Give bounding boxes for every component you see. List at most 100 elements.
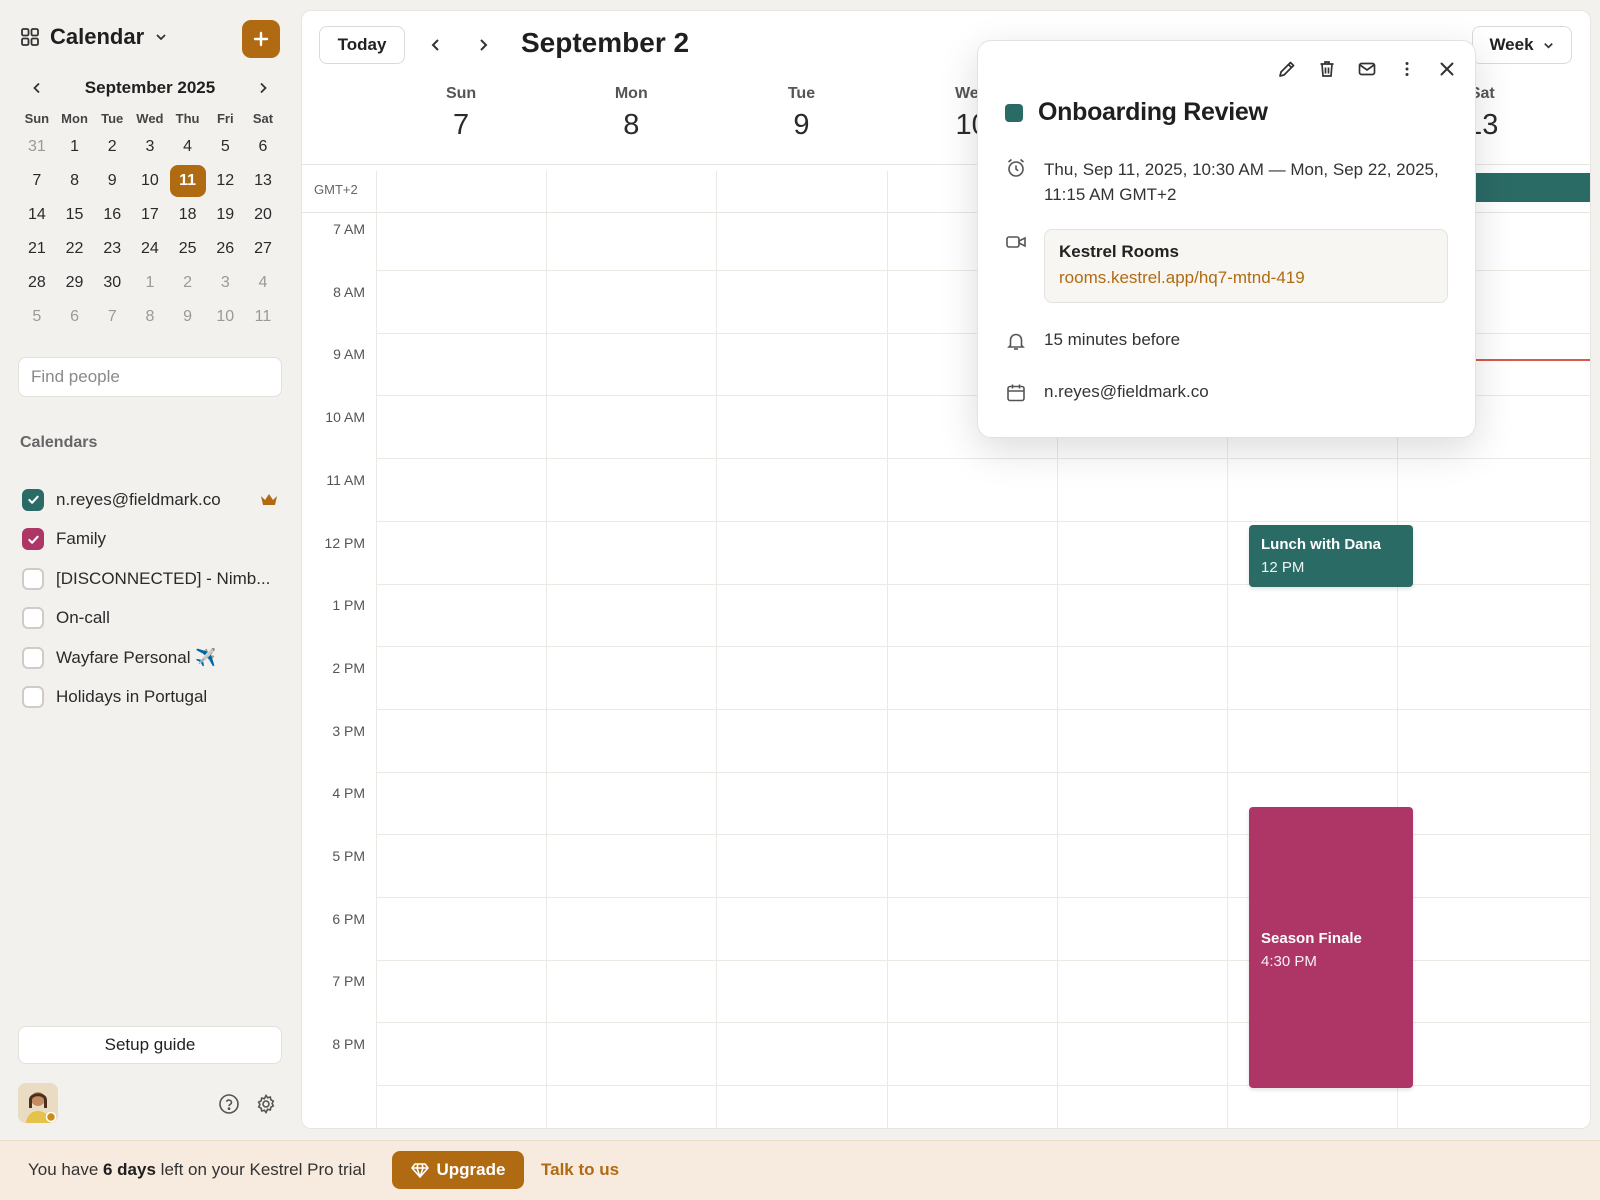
mini-day[interactable]: 3	[131, 130, 169, 164]
mini-day[interactable]: 19	[206, 198, 244, 232]
mini-day[interactable]: 28	[18, 266, 56, 300]
mini-day[interactable]: 1	[56, 130, 94, 164]
mini-day[interactable]: 12	[206, 164, 244, 198]
mini-day[interactable]: 21	[18, 232, 56, 266]
calendar-checkbox[interactable]	[22, 528, 44, 551]
mini-day[interactable]: 27	[244, 232, 282, 266]
mini-day[interactable]: 11	[244, 300, 282, 334]
calendar-checkbox[interactable]	[22, 686, 44, 709]
day-column-header[interactable]: Sun 7	[376, 85, 546, 142]
mini-day[interactable]: 2	[169, 266, 207, 300]
mini-day[interactable]: 18	[169, 198, 207, 232]
calendar-item[interactable]: Wayfare Personal ✈️	[22, 638, 282, 678]
mini-day[interactable]: 20	[244, 198, 282, 232]
previous-week-button[interactable]	[422, 31, 450, 59]
mini-day-today[interactable]: 11	[169, 164, 207, 198]
calendar-list: n.reyes@fieldmark.co Family [DISCONNECTED]…	[22, 480, 282, 717]
mini-day[interactable]: 3	[206, 266, 244, 300]
calendar-name: Holidays in Portugal	[56, 687, 208, 707]
today-button[interactable]: Today	[319, 26, 405, 64]
calendar-item[interactable]: n.reyes@fieldmark.co	[22, 480, 282, 520]
mini-day[interactable]: 24	[131, 232, 169, 266]
mini-day[interactable]: 2	[93, 130, 131, 164]
mini-day[interactable]: 9	[169, 300, 207, 334]
mini-day[interactable]: 5	[18, 300, 56, 334]
mini-day[interactable]: 8	[56, 164, 94, 198]
upgrade-button[interactable]: Upgrade	[392, 1151, 524, 1189]
mini-day[interactable]: 7	[18, 164, 56, 198]
close-icon[interactable]	[1435, 57, 1459, 81]
mini-day[interactable]: 14	[18, 198, 56, 232]
calendar-event[interactable]: Lunch with Dana 12 PM	[1249, 525, 1413, 587]
avatar[interactable]	[18, 1083, 58, 1123]
calendar-item[interactable]: Family	[22, 520, 282, 560]
mini-day[interactable]: 16	[93, 198, 131, 232]
edit-icon[interactable]	[1275, 57, 1299, 81]
mini-day[interactable]: 4	[244, 266, 282, 300]
mini-day[interactable]: 6	[244, 130, 282, 164]
calendar-name: Family	[56, 529, 107, 549]
calendar-item[interactable]: On-call	[22, 599, 282, 639]
mini-day[interactable]: 7	[93, 300, 131, 334]
talk-to-us-link[interactable]: Talk to us	[541, 1160, 619, 1180]
help-icon[interactable]	[218, 1093, 240, 1115]
create-event-button[interactable]	[242, 20, 280, 58]
find-people-input[interactable]	[18, 357, 282, 397]
mini-day[interactable]: 22	[56, 232, 94, 266]
mini-day[interactable]: 17	[131, 198, 169, 232]
trash-icon[interactable]	[1315, 57, 1339, 81]
mini-day[interactable]: 13	[244, 164, 282, 198]
mini-day[interactable]: 31	[18, 130, 56, 164]
mini-day[interactable]: 5	[206, 130, 244, 164]
mini-day[interactable]: 29	[56, 266, 94, 300]
mini-day[interactable]: 9	[93, 164, 131, 198]
mail-icon[interactable]	[1355, 57, 1379, 81]
calendar-icon	[1005, 382, 1027, 404]
hour-label: 1 PM	[332, 597, 365, 614]
day-number: 9	[793, 109, 810, 141]
calendar-checkbox[interactable]	[22, 567, 44, 590]
mini-day[interactable]: 8	[131, 300, 169, 334]
mini-day[interactable]: 10	[206, 300, 244, 334]
mini-day[interactable]: 26	[206, 232, 244, 266]
calendar-checkbox[interactable]	[22, 646, 44, 669]
calendar-item[interactable]: [DISCONNECTED] - Nimb...	[22, 559, 282, 599]
check-icon	[27, 535, 39, 544]
mini-day[interactable]: 30	[93, 266, 131, 300]
next-week-button[interactable]	[469, 31, 497, 59]
setup-guide-button[interactable]: Setup guide	[18, 1026, 282, 1064]
sidebar: Calendar September 2025 Sun Mon Tue Wed Thu F…	[0, 0, 298, 1140]
hour-gridline	[376, 646, 1590, 648]
calendar-event[interactable]: Season Finale 4:30 PM	[1249, 807, 1413, 1088]
event-reminder: 15 minutes before	[1044, 330, 1181, 349]
mini-calendar-grid: Sun Mon Tue Wed Thu Fri Sat 31 1 2 3 4 5 6 7 8 9 10 11 12 13…	[18, 108, 282, 334]
more-vertical-icon[interactable]	[1395, 57, 1419, 81]
mini-day[interactable]: 1	[131, 266, 169, 300]
event-popover: Onboarding Review Thu, Sep 11, 2025, 10:…	[977, 40, 1476, 438]
app-switcher[interactable]: Calendar	[20, 24, 168, 50]
gear-icon[interactable]	[255, 1093, 277, 1115]
day-column-header[interactable]: Mon 8	[546, 85, 716, 142]
day-of-week: Tue	[787, 85, 816, 102]
grid-icon	[20, 27, 40, 47]
hour-label: 11 AM	[326, 471, 365, 488]
mini-day[interactable]: 10	[131, 164, 169, 198]
mini-day[interactable]: 15	[56, 198, 94, 232]
bell-icon	[1005, 330, 1027, 352]
conference-link[interactable]: rooms.kestrel.app/hq7-mtnd-419	[1059, 268, 1433, 288]
mini-day[interactable]: 23	[93, 232, 131, 266]
day-column-header[interactable]: Tue 9	[716, 85, 886, 142]
calendar-item[interactable]: Holidays in Portugal	[22, 678, 282, 718]
hour-label: 5 PM	[332, 848, 365, 864]
mini-next-month-button[interactable]	[250, 75, 276, 101]
day-column-divider	[546, 213, 548, 1128]
video-camera-icon	[1005, 231, 1027, 253]
calendar-checkbox[interactable]	[22, 607, 44, 630]
mini-calendar: September 2025 Sun Mon Tue Wed Thu Fri Sat 31 1 2…	[18, 74, 282, 334]
mini-day[interactable]: 25	[169, 232, 207, 266]
view-selector[interactable]: Week	[1472, 26, 1572, 64]
mini-day[interactable]: 6	[56, 300, 94, 334]
mini-day[interactable]: 4	[169, 130, 207, 164]
calendar-checkbox[interactable]	[22, 488, 44, 511]
mini-prev-month-button[interactable]	[24, 75, 50, 101]
